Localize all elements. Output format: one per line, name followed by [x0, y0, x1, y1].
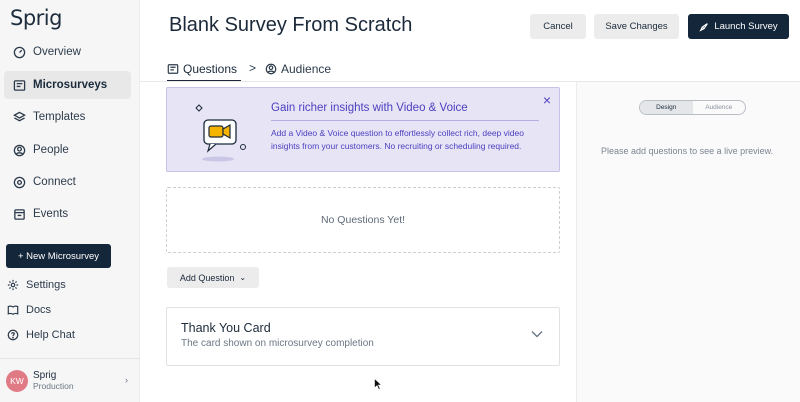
- page-title: Blank Survey From Scratch: [169, 14, 413, 36]
- sidebar-link-label: Settings: [26, 279, 66, 291]
- banner-title: Gain richer insights with Video & Voice: [271, 102, 468, 114]
- chevron-down-icon: ⌄: [239, 273, 247, 282]
- close-icon[interactable]: ×: [543, 92, 551, 108]
- avatar: KW: [6, 369, 28, 392]
- sidebar-item-label: Templates: [33, 111, 86, 123]
- tab-audience[interactable]: Audience: [265, 58, 331, 80]
- sidebar-item-label: Microsurveys: [33, 79, 108, 91]
- sidebar-link-label: Docs: [26, 304, 52, 316]
- thank-you-card[interactable]: Thank You Card The card shown on microsu…: [166, 307, 560, 366]
- banner-divider: [271, 120, 539, 121]
- events-icon: [12, 207, 26, 221]
- video-chat-illustration-icon: [195, 104, 246, 162]
- toggle-audience[interactable]: Audience: [693, 101, 746, 114]
- sidebar-item-microsurveys[interactable]: Microsurveys: [4, 71, 131, 99]
- account-environment: Production: [33, 380, 74, 391]
- add-question-label: Add Question: [179, 272, 235, 283]
- account-name: Sprig: [33, 369, 57, 381]
- tab-questions[interactable]: Questions: [167, 58, 237, 80]
- tab-label: Questions: [183, 62, 238, 76]
- sidebar-link-label: Help Chat: [26, 329, 75, 341]
- empty-state-text: No Questions Yet!: [320, 214, 406, 226]
- sidebar-link-help-chat[interactable]: Help Chat: [7, 326, 75, 344]
- sidebar-item-connect[interactable]: Connect: [4, 168, 131, 196]
- chevron-down-icon[interactable]: [531, 330, 543, 338]
- sidebar: Sprig Overview Microsurveys Templates Pe…: [0, 0, 140, 402]
- layers-icon: [12, 110, 26, 124]
- chat-icon: [7, 329, 20, 342]
- mouse-cursor-icon: [374, 378, 382, 390]
- thank-you-card-subtitle: The card shown on microsurvey completion: [181, 338, 374, 349]
- person-icon: [12, 143, 26, 157]
- sidebar-item-label: Overview: [33, 46, 81, 58]
- sprig-logo[interactable]: Sprig: [10, 6, 62, 30]
- sidebar-item-label: Connect: [33, 176, 76, 188]
- sidebar-item-label: People: [33, 144, 69, 156]
- microsurvey-icon: [12, 78, 26, 92]
- sidebar-item-templates[interactable]: Templates: [4, 103, 131, 131]
- connect-icon: [12, 175, 26, 189]
- dashboard-gauge-icon: [12, 45, 26, 59]
- new-microsurvey-button[interactable]: + New Microsurvey: [6, 244, 111, 268]
- questions-empty-state: No Questions Yet!: [166, 187, 560, 253]
- person-icon: [265, 63, 277, 75]
- video-voice-banner: Gain richer insights with Video & Voice …: [166, 87, 560, 172]
- tab-label: Audience: [281, 62, 332, 76]
- sidebar-link-docs[interactable]: Docs: [7, 301, 51, 319]
- sidebar-item-events[interactable]: Events: [4, 200, 131, 228]
- cancel-button[interactable]: Cancel: [530, 14, 586, 39]
- preview-mode-toggle: Design Audience: [639, 100, 746, 115]
- book-icon: [7, 304, 20, 317]
- rocket-icon: [699, 22, 709, 32]
- toggle-design[interactable]: Design: [640, 101, 693, 114]
- launch-survey-label: Launch Survey: [714, 21, 778, 32]
- microsurvey-icon: [167, 64, 179, 74]
- sidebar-item-people[interactable]: People: [4, 136, 131, 164]
- preview-empty-text: Please add questions to see a live previ…: [601, 146, 774, 156]
- save-changes-button[interactable]: Save Changes: [594, 14, 679, 39]
- live-preview-panel: Design Audience Please add questions to …: [576, 82, 800, 402]
- add-question-button[interactable]: Add Question ⌄: [167, 267, 259, 288]
- gear-icon: [7, 279, 20, 292]
- thank-you-card-title: Thank You Card: [181, 321, 271, 335]
- chevron-right-icon: ›: [125, 375, 128, 385]
- sidebar-link-settings[interactable]: Settings: [7, 276, 66, 294]
- sidebar-item-label: Events: [33, 208, 69, 220]
- banner-description: Add a Video & Voice question to effortle…: [271, 128, 524, 151]
- account-switcher[interactable]: KW Sprig Production ›: [0, 358, 140, 402]
- launch-survey-button[interactable]: Launch Survey: [688, 14, 789, 39]
- tab-separator: >: [249, 61, 257, 75]
- sidebar-item-overview[interactable]: Overview: [4, 38, 131, 66]
